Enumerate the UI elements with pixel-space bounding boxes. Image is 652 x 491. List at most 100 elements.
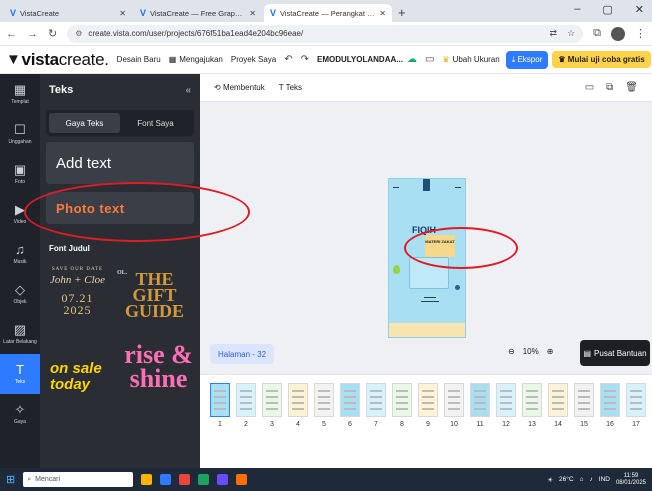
redo-icon[interactable]: ↷ bbox=[301, 54, 309, 65]
page-thumbnail[interactable] bbox=[600, 383, 620, 417]
windows-start-icon[interactable]: ⊞ bbox=[6, 473, 15, 486]
page-thumbnail[interactable] bbox=[366, 383, 386, 417]
page-number[interactable]: 7 bbox=[366, 421, 386, 428]
page-number[interactable]: 11 bbox=[470, 421, 490, 428]
page-indicator-button[interactable]: Halaman - 32 bbox=[210, 344, 275, 364]
help-center-button[interactable]: ▤ Pusat Bantuan bbox=[580, 340, 650, 366]
undo-icon[interactable]: ↶ bbox=[284, 54, 292, 65]
page-number[interactable]: 9 bbox=[418, 421, 438, 428]
export-button[interactable]: ⤓ Ekspor bbox=[505, 50, 549, 69]
page-number[interactable]: 12 bbox=[496, 421, 516, 428]
page-thumbnail[interactable] bbox=[288, 383, 308, 417]
comment-icon[interactable]: ▭ bbox=[585, 82, 594, 93]
taskbar-search[interactable]: ⌕ Mencari bbox=[23, 472, 134, 487]
language-indicator[interactable]: IND bbox=[599, 476, 610, 483]
page-number[interactable]: 5 bbox=[314, 421, 334, 428]
page-number[interactable]: 13 bbox=[522, 421, 542, 428]
text-template-rise-shine[interactable]: rise & shine bbox=[123, 342, 194, 417]
page-number[interactable]: 4 bbox=[288, 421, 308, 428]
text-template-save-date[interactable]: SAVE OUR DATE John + Cloe 07.21 2025 bbox=[46, 263, 109, 337]
free-trial-button[interactable]: ♛ Mulai uji coba gratis bbox=[552, 51, 651, 68]
tab-gaya-teks[interactable]: Gaya Teks bbox=[49, 113, 120, 133]
shape-button[interactable]: ⟲ Membentuk bbox=[214, 83, 265, 92]
profile-avatar[interactable] bbox=[611, 26, 625, 41]
photo-text-button[interactable]: Photo text bbox=[46, 192, 194, 224]
zoom-in-icon[interactable]: ⊕ bbox=[547, 347, 554, 356]
url-field[interactable]: ⚙ create.vista.com/user/projects/676f51b… bbox=[67, 24, 584, 43]
page-thumbnail[interactable] bbox=[574, 383, 594, 417]
page-number[interactable]: 14 bbox=[548, 421, 568, 428]
network-icon[interactable]: ⌂ bbox=[580, 476, 584, 483]
text-tool-button[interactable]: T Teks bbox=[279, 83, 302, 92]
page-thumbnail[interactable] bbox=[392, 383, 412, 417]
volume-icon[interactable]: ♪ bbox=[590, 476, 593, 483]
page-thumbnail[interactable] bbox=[548, 383, 568, 417]
add-text-button[interactable]: Add text bbox=[46, 142, 194, 184]
mengajukan-button[interactable]: ▦ Mengajukan bbox=[169, 55, 223, 64]
site-info-icon[interactable]: ⚙ bbox=[75, 29, 82, 38]
close-tab-icon[interactable]: ✕ bbox=[379, 9, 386, 18]
zoom-out-icon[interactable]: ⊖ bbox=[508, 347, 515, 356]
browser-tab-active[interactable]: V VistaCreate — Perangkat Lunak ✕ bbox=[264, 4, 392, 22]
page-thumbnail[interactable] bbox=[236, 383, 256, 417]
edge-icon[interactable] bbox=[160, 474, 172, 485]
page-thumbnail[interactable] bbox=[444, 383, 464, 417]
duplicate-icon[interactable]: ⧉ bbox=[606, 82, 613, 93]
text-template-on-sale[interactable]: on sale today bbox=[46, 343, 117, 417]
rail-item-musik[interactable]: ♫ Musik bbox=[0, 234, 40, 274]
translate-icon[interactable]: ⇄ bbox=[550, 28, 558, 39]
page-number[interactable]: 6 bbox=[340, 421, 360, 428]
page-thumbnail[interactable] bbox=[340, 383, 360, 417]
chrome-icon[interactable] bbox=[179, 474, 191, 485]
page-thumbnail[interactable] bbox=[470, 383, 490, 417]
minimize-button[interactable]: – bbox=[574, 3, 580, 16]
maximize-button[interactable]: ▢ bbox=[602, 3, 612, 16]
file-explorer-icon[interactable] bbox=[141, 474, 153, 485]
tab-font-saya[interactable]: Font Saya bbox=[120, 113, 191, 133]
weather-icon[interactable]: ☀ bbox=[547, 476, 553, 484]
page-thumbnail[interactable] bbox=[210, 383, 230, 417]
extensions-icon[interactable]: ⧉ bbox=[593, 27, 601, 40]
page-thumbnail[interactable] bbox=[496, 383, 516, 417]
zoom-level[interactable]: 10% bbox=[523, 347, 539, 356]
rail-item-latar-belakang[interactable]: ▨ Latar Belakang bbox=[0, 314, 40, 354]
close-tab-icon[interactable]: ✕ bbox=[119, 9, 126, 18]
resize-button[interactable]: ♛ Ubah Ukuran bbox=[442, 55, 499, 64]
page-thumbnail[interactable] bbox=[522, 383, 542, 417]
project-name[interactable]: EMODULYOLANDAA... bbox=[317, 55, 403, 64]
browser-menu-icon[interactable]: ⋮ bbox=[635, 27, 646, 40]
page-number[interactable]: 2 bbox=[236, 421, 256, 428]
delete-icon[interactable]: 🗑 bbox=[625, 82, 638, 93]
vistacreate-logo[interactable]: ▼ vista create. bbox=[6, 50, 109, 70]
rail-item-templat[interactable]: ▦ Templat bbox=[0, 74, 40, 114]
page-thumbnail[interactable] bbox=[626, 383, 646, 417]
forward-icon[interactable]: → bbox=[27, 28, 38, 40]
rail-item-foto[interactable]: ▣ Foto bbox=[0, 154, 40, 194]
app-icon[interactable] bbox=[236, 474, 248, 485]
rail-item-gaya[interactable]: ✧ Gaya bbox=[0, 394, 40, 434]
page-number[interactable]: 8 bbox=[392, 421, 412, 428]
app-icon[interactable] bbox=[198, 474, 210, 485]
rail-item-video[interactable]: ▶ Video bbox=[0, 194, 40, 234]
close-tab-icon[interactable]: ✕ bbox=[249, 9, 256, 18]
rail-item-unggahan[interactable]: ☐ Unggahan bbox=[0, 114, 40, 154]
new-tab-button[interactable]: + bbox=[398, 4, 406, 22]
back-icon[interactable]: ← bbox=[6, 28, 17, 40]
proyek-saya-button[interactable]: Proyek Saya bbox=[231, 55, 276, 64]
reload-icon[interactable]: ↻ bbox=[48, 27, 57, 40]
comment-icon[interactable]: ▭ bbox=[425, 54, 434, 65]
app-icon[interactable] bbox=[217, 474, 229, 485]
page-thumbnail[interactable] bbox=[418, 383, 438, 417]
page-thumbnail[interactable] bbox=[314, 383, 334, 417]
page-number[interactable]: 10 bbox=[444, 421, 464, 428]
page-number[interactable]: 3 bbox=[262, 421, 282, 428]
page-thumbnail[interactable] bbox=[262, 383, 282, 417]
design-page-preview[interactable]: ▬▬ ▬▬ FIQIH MATERI ZAKAT ▬▬▬▬▬▬▬▬▬▬ ▬▬ bbox=[388, 178, 466, 338]
text-template-gift-guide[interactable]: OL. THE GIFT GUIDE bbox=[114, 263, 194, 337]
rail-item-objek[interactable]: ◇ Objek bbox=[0, 274, 40, 314]
browser-tab[interactable]: V VistaCreate — Free Graphic De ✕ bbox=[134, 4, 262, 22]
collapse-panel-icon[interactable]: « bbox=[185, 85, 191, 96]
page-number[interactable]: 16 bbox=[600, 421, 620, 428]
page-number[interactable]: 1 bbox=[210, 421, 230, 428]
rail-item-teks[interactable]: T Teks bbox=[0, 354, 40, 394]
